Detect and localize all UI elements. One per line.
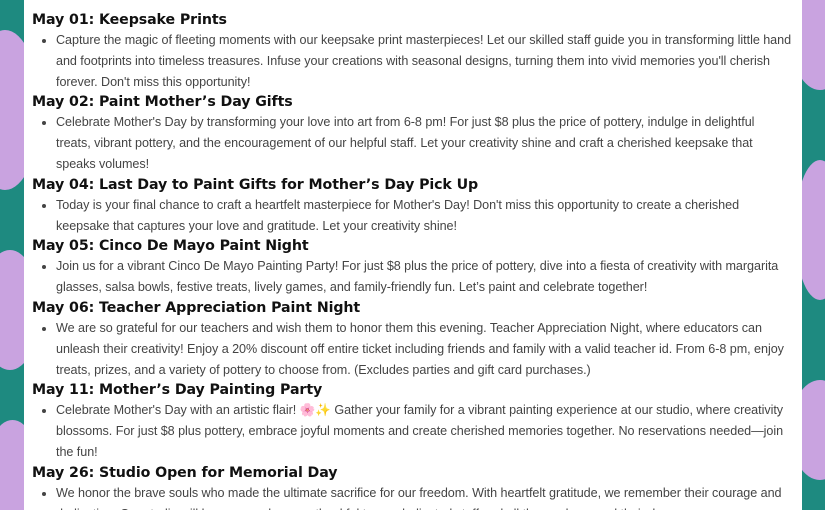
event-description: Today is your final chance to craft a he… xyxy=(56,195,792,237)
event-description: We are so grateful for our teachers and … xyxy=(56,318,792,380)
event-item: May 02: Paint Mother’s Day Gifts Celebra… xyxy=(32,92,792,174)
event-description: Capture the magic of fleeting moments wi… xyxy=(56,30,792,92)
event-item: May 01: Keepsake Prints Capture the magi… xyxy=(32,10,792,92)
event-description: Join us for a vibrant Cinco De Mayo Pain… xyxy=(56,256,792,298)
event-item: May 11: Mother’s Day Painting Party Cele… xyxy=(32,380,792,462)
event-description-list: Today is your final chance to craft a he… xyxy=(32,195,792,237)
event-title: May 06: Teacher Appreciation Paint Night xyxy=(32,299,361,316)
event-description-list: Capture the magic of fleeting moments wi… xyxy=(32,30,792,92)
event-item: May 26: Studio Open for Memorial Day We … xyxy=(32,463,792,510)
event-item: May 05: Cinco De Mayo Paint Night Join u… xyxy=(32,236,792,298)
event-description-list: Celebrate Mother's Day by transforming y… xyxy=(32,112,792,174)
event-description: We honor the brave souls who made the ul… xyxy=(56,483,792,510)
event-title: May 04: Last Day to Paint Gifts for Moth… xyxy=(32,176,479,193)
event-description: Celebrate Mother's Day by transforming y… xyxy=(56,112,792,174)
event-title: May 01: Keepsake Prints xyxy=(32,12,227,28)
event-description-list: Celebrate Mother's Day with an artistic … xyxy=(32,400,792,462)
event-description-list: Join us for a vibrant Cinco De Mayo Pain… xyxy=(32,256,792,298)
event-item: May 06: Teacher Appreciation Paint Night… xyxy=(32,298,792,380)
event-description-list: We are so grateful for our teachers and … xyxy=(32,318,792,380)
event-title: May 26: Studio Open for Memorial Day xyxy=(32,464,338,481)
event-description: Celebrate Mother's Day with an artistic … xyxy=(56,400,792,462)
event-item: May 04: Last Day to Paint Gifts for Moth… xyxy=(32,175,792,237)
event-description-list: We honor the brave souls who made the ul… xyxy=(32,483,792,510)
event-title: May 02: Paint Mother’s Day Gifts xyxy=(32,94,293,111)
event-title: May 11: Mother’s Day Painting Party xyxy=(32,382,323,399)
event-title: May 05: Cinco De Mayo Paint Night xyxy=(32,238,309,255)
events-card: May 01: Keepsake Prints Capture the magi… xyxy=(24,0,802,510)
